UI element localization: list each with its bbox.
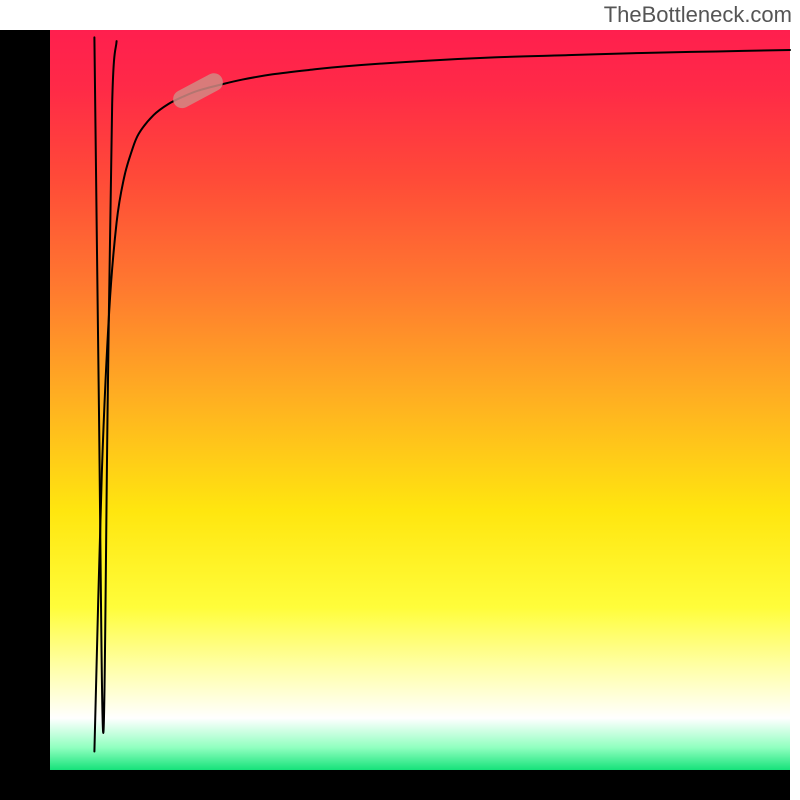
plot-background bbox=[50, 30, 790, 770]
watermark-text: TheBottleneck.com bbox=[604, 2, 792, 28]
chart-svg bbox=[0, 0, 800, 800]
y-axis-bar bbox=[0, 30, 50, 800]
x-axis-bar bbox=[0, 770, 790, 800]
chart-container bbox=[0, 0, 800, 800]
